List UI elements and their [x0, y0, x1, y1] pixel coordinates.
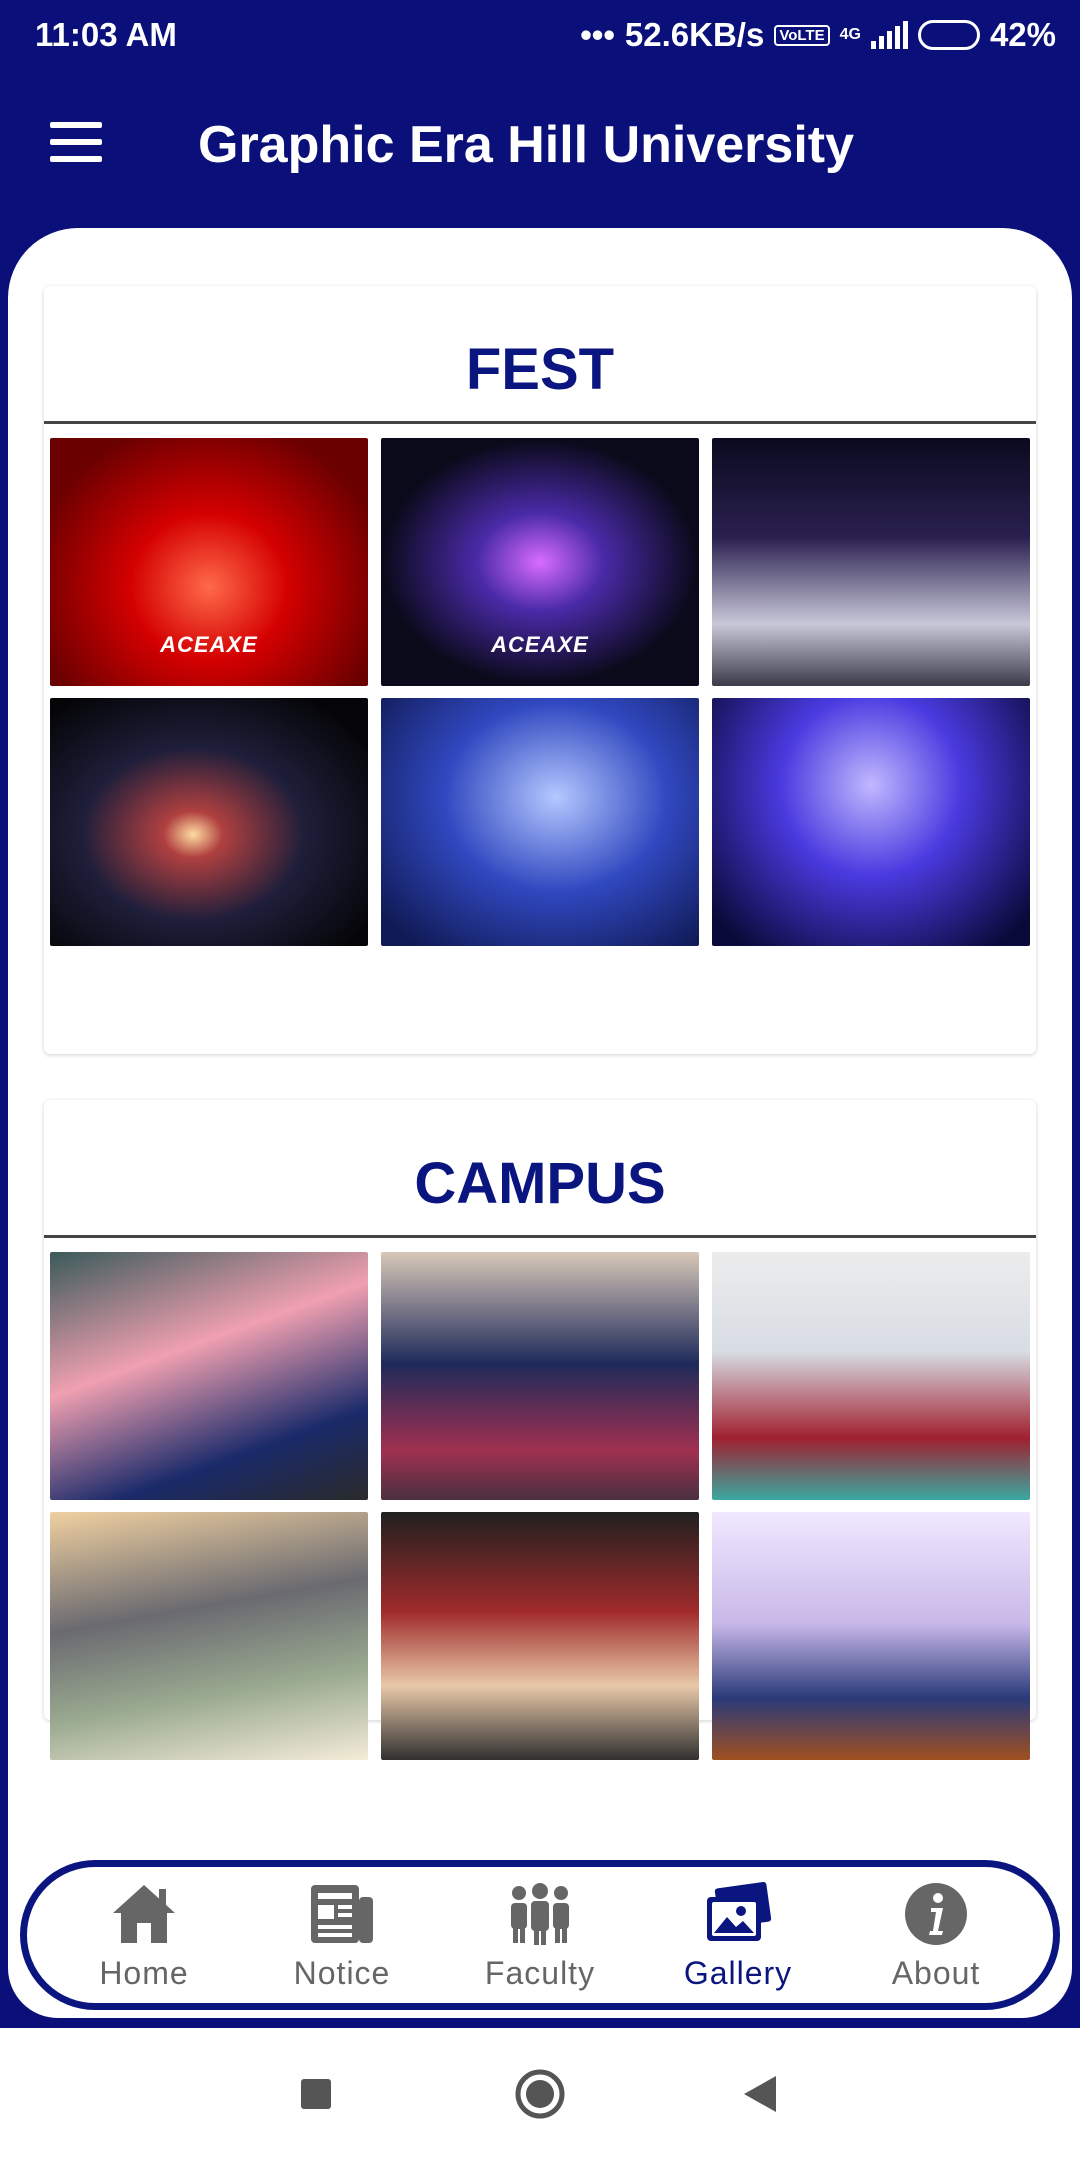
- nav-home[interactable]: Home: [59, 1879, 229, 1992]
- nav-about-label: About: [891, 1954, 981, 1991]
- signal-icon: [870, 21, 908, 49]
- fest-photo-1[interactable]: ACEAXE: [50, 438, 368, 686]
- campus-photo-2[interactable]: [381, 1252, 699, 1500]
- nav-notice[interactable]: Notice: [257, 1879, 427, 1992]
- back-triangle-icon: [744, 2076, 776, 2112]
- circle-icon: [515, 2069, 565, 2119]
- status-bar: 11:03 AM ••• 52.6KB/s VoLTE 4G 42%: [0, 0, 1080, 70]
- nav-notice-label: Notice: [293, 1954, 391, 1991]
- recents-button[interactable]: [256, 2028, 376, 2160]
- square-icon: [301, 2079, 331, 2109]
- fest-card: FEST ACEAXE ACEAXE: [44, 286, 1036, 1054]
- gallery-icon: [653, 1879, 823, 1949]
- campus-photo-3[interactable]: [712, 1252, 1030, 1500]
- section-title-campus: CAMPUS: [414, 1151, 666, 1216]
- status-time: 11:03 AM: [35, 16, 177, 53]
- network-speed: 52.6KB/s: [624, 16, 765, 53]
- nav-about[interactable]: About: [851, 1879, 1021, 1992]
- bottom-navigation: Home Notice Faculty Gallery About: [20, 1860, 1060, 2010]
- campus-card: CAMPUS: [44, 1100, 1036, 1760]
- nav-gallery[interactable]: Gallery: [653, 1879, 823, 1992]
- app-title: Graphic Era Hill University: [198, 116, 855, 174]
- nav-faculty[interactable]: Faculty: [455, 1879, 625, 1992]
- photo-overlay-text: ACEAXE: [160, 632, 258, 657]
- section-divider: [44, 1235, 1036, 1238]
- campus-photo-6[interactable]: [712, 1512, 1030, 1760]
- battery-indicator: 42%: [917, 16, 1056, 54]
- section-title-fest: FEST: [465, 337, 615, 402]
- hamburger-menu-icon[interactable]: [50, 122, 102, 162]
- network-type: 4G: [839, 26, 861, 43]
- fest-photo-6[interactable]: [712, 698, 1030, 946]
- status-right: ••• 52.6KB/s VoLTE 4G 42%: [580, 16, 1056, 54]
- fest-photo-3[interactable]: [712, 438, 1030, 686]
- nav-gallery-label: Gallery: [683, 1954, 793, 1991]
- fest-photo-4[interactable]: [50, 698, 368, 946]
- home-icon: [59, 1879, 229, 1949]
- newspaper-icon: [257, 1879, 427, 1949]
- nav-home-label: Home: [99, 1954, 189, 1991]
- campus-photo-5[interactable]: [381, 1512, 699, 1760]
- volte-badge: VoLTE: [774, 24, 830, 46]
- info-icon: [851, 1879, 1021, 1949]
- app-bar: Graphic Era Hill University: [0, 70, 1080, 220]
- photo-overlay-text: ACEAXE: [491, 632, 589, 657]
- fest-photo-grid: ACEAXE ACEAXE: [44, 438, 1036, 946]
- fest-photo-2[interactable]: ACEAXE: [381, 438, 699, 686]
- dots-icon: •••: [580, 16, 615, 53]
- content-sheet[interactable]: FEST ACEAXE ACEAXE CAMPUS: [8, 228, 1072, 2018]
- campus-photo-1[interactable]: [50, 1252, 368, 1500]
- system-navigation-bar: [0, 2028, 1080, 2160]
- fest-photo-5[interactable]: [381, 698, 699, 946]
- battery-percent: 42%: [989, 16, 1056, 53]
- campus-photo-grid: [44, 1252, 1036, 1760]
- battery-icon: [917, 20, 980, 50]
- section-divider: [44, 421, 1036, 424]
- campus-photo-4[interactable]: [50, 1512, 368, 1760]
- home-system-button[interactable]: [480, 2028, 600, 2160]
- nav-faculty-label: Faculty: [484, 1954, 596, 1991]
- people-icon: [455, 1879, 625, 1949]
- back-button[interactable]: [700, 2028, 820, 2160]
